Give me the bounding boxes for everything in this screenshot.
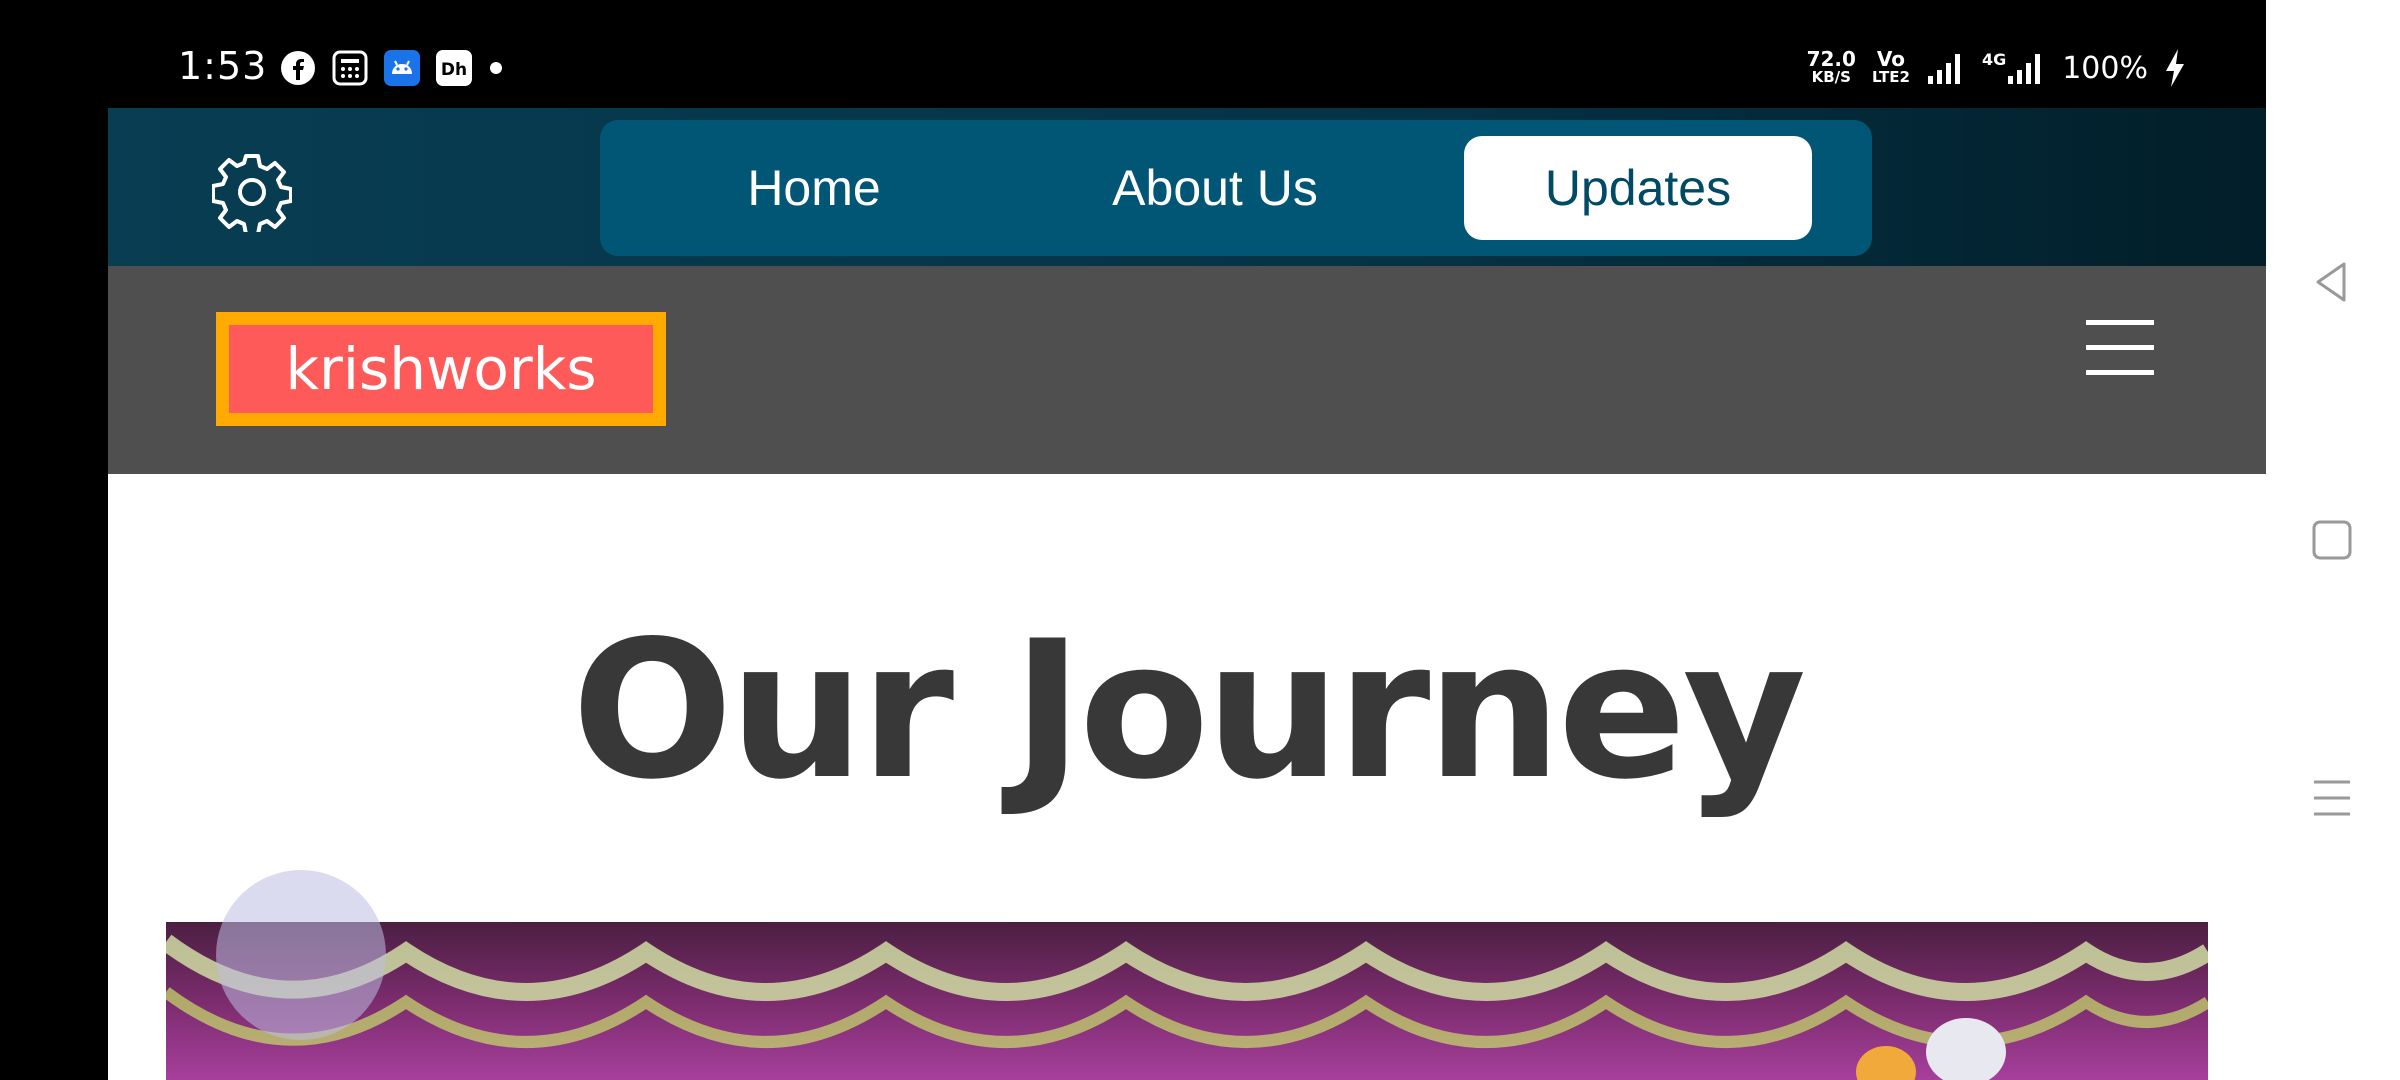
photo-decoration (166, 934, 2208, 1080)
system-nav-bar (2266, 0, 2400, 1080)
home-square-icon[interactable] (2306, 514, 2358, 566)
network-speed-unit: KB/S (1811, 68, 1851, 86)
facebook-icon (281, 51, 315, 85)
tab-home[interactable]: Home (704, 136, 924, 240)
signal-icon (1927, 54, 1960, 84)
volte-label: Vo (1876, 47, 1906, 71)
volte-indicator: Vo LTE2 (1871, 47, 1910, 86)
network-speed: 72.0 KB/S (1806, 47, 1856, 86)
site-header: krishworks (108, 266, 2266, 474)
recents-menu-icon[interactable] (2306, 772, 2358, 824)
status-bar: 1:53 Dh 72.0 KB/S Vo LTE2 4G 100% (108, 0, 2266, 108)
dailyhunt-icon: Dh (436, 50, 472, 86)
settings-gear-icon[interactable] (212, 152, 292, 232)
page-heading: Our Journey (571, 600, 1807, 821)
network-speed-value: 72.0 (1806, 47, 1856, 71)
charging-icon (2166, 49, 2184, 87)
main-content: Our Journey (108, 474, 2266, 1080)
tab-bar: Home About Us Updates (600, 120, 1872, 256)
signal-4g-group: 4G (1982, 50, 2046, 86)
screen: 1:53 Dh 72.0 KB/S Vo LTE2 4G 100% Home A… (0, 0, 2400, 1080)
svg-text:Dh: Dh (441, 60, 467, 80)
calculator-icon (332, 50, 368, 86)
back-icon[interactable] (2306, 256, 2358, 308)
journey-photo (166, 922, 2208, 1080)
volte-sub: LTE2 (1871, 68, 1910, 86)
signal-4g-icon (2008, 54, 2041, 84)
dot-icon (490, 62, 502, 74)
left-black-strip (0, 0, 108, 1080)
floating-action-button[interactable] (216, 870, 386, 1040)
android-icon (384, 50, 420, 86)
hamburger-menu-icon[interactable] (2086, 318, 2154, 378)
site-logo[interactable]: krishworks (216, 312, 666, 426)
status-time: 1:53 (178, 44, 268, 88)
battery-percent: 100% (2062, 50, 2148, 86)
tab-about-us[interactable]: About Us (1090, 136, 1340, 240)
status-right-group: 72.0 KB/S Vo LTE2 4G 100% (1807, 48, 2186, 88)
app-bar: Home About Us Updates (108, 108, 2266, 266)
signal-4g-label: 4G (1981, 50, 2007, 69)
tab-updates[interactable]: Updates (1464, 136, 1812, 240)
